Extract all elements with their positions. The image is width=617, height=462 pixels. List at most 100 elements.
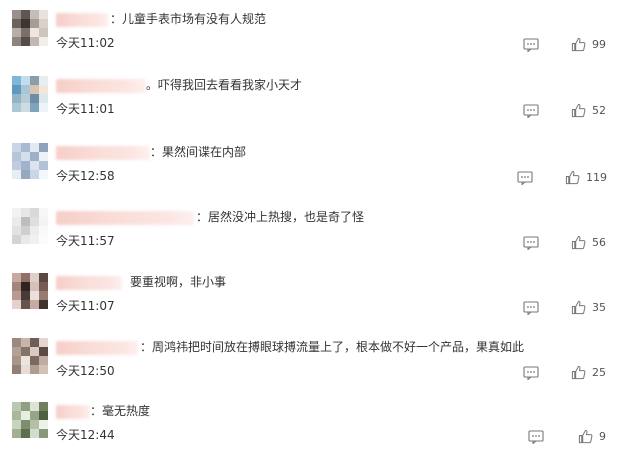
comment-icon[interactable] (523, 37, 539, 53)
username-blurred[interactable] (56, 405, 90, 419)
avatar-mosaic-tile (30, 411, 39, 420)
avatar-mosaic-tile (30, 19, 39, 28)
comment-item: ：儿童手表市场有没有人规范 今天11:02 99 (0, 4, 617, 70)
avatar-mosaic-tile (39, 282, 48, 291)
avatar[interactable] (12, 10, 48, 46)
comment-icon[interactable] (523, 235, 539, 251)
avatar-mosaic-tile (21, 217, 30, 226)
avatar-mosaic-tile (21, 28, 30, 37)
like-button[interactable]: 9 (578, 428, 606, 445)
avatar-mosaic-tile (12, 347, 21, 356)
avatar-mosaic-tile (21, 208, 30, 217)
avatar-mosaic-tile (21, 85, 30, 94)
avatar-mosaic-tile (39, 235, 48, 244)
avatar-mosaic-tile (21, 161, 30, 170)
comment-text: ：儿童手表市场有没有人规范 (110, 12, 267, 26)
like-count: 56 (592, 236, 606, 249)
username-blurred[interactable] (56, 13, 108, 27)
avatar-mosaic-tile (21, 429, 30, 438)
like-count: 52 (592, 104, 606, 117)
comment-text: ：果然间谍在内部 (150, 145, 247, 159)
avatar-mosaic-tile (12, 103, 21, 112)
avatar-mosaic-tile (12, 300, 21, 309)
username-blurred[interactable] (56, 146, 150, 160)
avatar-mosaic-tile (12, 338, 21, 347)
avatar-mosaic-tile (12, 19, 21, 28)
avatar-mosaic-tile (30, 161, 39, 170)
avatar-mosaic-tile (30, 143, 39, 152)
username-blurred[interactable] (56, 211, 194, 225)
avatar-mosaic-tile (39, 37, 48, 46)
thumbs-up-icon (578, 429, 593, 444)
avatar[interactable] (12, 143, 48, 179)
avatar-mosaic-tile (39, 170, 48, 179)
avatar-mosaic-tile (39, 143, 48, 152)
comment-time: 今天11:57 (56, 234, 115, 248)
avatar-mosaic-tile (39, 356, 48, 365)
avatar-mosaic-tile (30, 226, 39, 235)
avatar-mosaic-tile (30, 37, 39, 46)
avatar[interactable] (12, 338, 48, 374)
avatar-mosaic-tile (30, 10, 39, 19)
avatar-mosaic-tile (12, 152, 21, 161)
avatar-mosaic-tile (12, 28, 21, 37)
avatar-mosaic-tile (30, 402, 39, 411)
avatar-mosaic-tile (21, 338, 30, 347)
thumbs-up-icon (571, 103, 586, 118)
avatar-mosaic-tile (39, 347, 48, 356)
like-button[interactable]: 119 (565, 169, 607, 186)
comment-time: 今天12:50 (56, 364, 115, 378)
avatar-mosaic-tile (39, 152, 48, 161)
comment-icon[interactable] (523, 300, 539, 316)
avatar-mosaic-tile (21, 402, 30, 411)
avatar-mosaic-tile (12, 235, 21, 244)
username-blurred[interactable] (56, 79, 146, 93)
username-blurred[interactable] (56, 276, 122, 290)
avatar-mosaic-tile (30, 273, 39, 282)
comment-time: 今天12:44 (56, 428, 115, 442)
avatar-mosaic-tile (21, 19, 30, 28)
avatar-mosaic-tile (21, 235, 30, 244)
comment-icon[interactable] (528, 429, 544, 445)
like-count: 9 (599, 430, 606, 443)
comment-icon[interactable] (523, 365, 539, 381)
avatar-mosaic-tile (21, 76, 30, 85)
avatar-mosaic-tile (12, 282, 21, 291)
avatar-mosaic-tile (12, 161, 21, 170)
avatar-mosaic-tile (21, 37, 30, 46)
avatar-mosaic-tile (21, 365, 30, 374)
avatar-mosaic-tile (12, 365, 21, 374)
avatar[interactable] (12, 402, 48, 438)
avatar-mosaic-tile (30, 94, 39, 103)
avatar-mosaic-tile (30, 338, 39, 347)
like-button[interactable]: 35 (571, 299, 606, 316)
like-button[interactable]: 52 (571, 102, 606, 119)
comment-icon[interactable] (523, 103, 539, 119)
avatar-mosaic-tile (12, 291, 21, 300)
avatar-mosaic-tile (12, 85, 21, 94)
comment-icon[interactable] (517, 170, 533, 186)
avatar-mosaic-tile (21, 291, 30, 300)
avatar-mosaic-tile (30, 420, 39, 429)
avatar-mosaic-tile (30, 28, 39, 37)
comment-time: 今天11:07 (56, 299, 115, 313)
avatar-mosaic-tile (39, 429, 48, 438)
avatar-mosaic-tile (21, 300, 30, 309)
avatar-mosaic-tile (21, 273, 30, 282)
like-button[interactable]: 99 (571, 36, 606, 53)
avatar[interactable] (12, 208, 48, 244)
avatar-mosaic-tile (12, 411, 21, 420)
comment-text: 要重视啊，非小事 (130, 275, 227, 289)
comment-item: ：周鸿祎把时间放在搏眼球搏流量上了，根本做不好一个产品，果真如此 今天12:50… (0, 332, 617, 398)
avatar[interactable] (12, 76, 48, 112)
username-blurred[interactable] (56, 341, 138, 355)
avatar-mosaic-tile (39, 411, 48, 420)
comment-text: ：周鸿祎把时间放在搏眼球搏流量上了，根本做不好一个产品，果真如此 (140, 340, 525, 354)
like-button[interactable]: 25 (571, 364, 606, 381)
avatar[interactable] (12, 273, 48, 309)
avatar-mosaic-tile (21, 347, 30, 356)
avatar-mosaic-tile (30, 217, 39, 226)
comment-text: ：毫无热度 (90, 404, 151, 418)
avatar-mosaic-tile (21, 411, 30, 420)
like-button[interactable]: 56 (571, 234, 606, 251)
